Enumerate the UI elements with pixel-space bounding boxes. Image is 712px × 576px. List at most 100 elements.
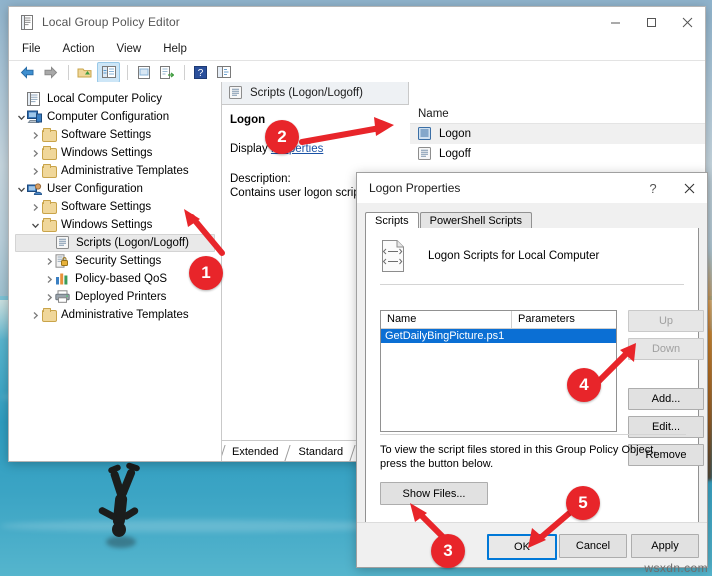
dialog-title: Logon Properties bbox=[369, 181, 461, 195]
security-icon bbox=[55, 254, 71, 268]
minimize-button[interactable] bbox=[597, 7, 633, 37]
tree-item-deployed-printers[interactable]: Deployed Printers bbox=[15, 288, 221, 306]
header-divider bbox=[380, 284, 684, 285]
listbox-header[interactable]: Name Parameters bbox=[381, 311, 616, 329]
dialog-title-bar[interactable]: Logon Properties ? bbox=[357, 173, 707, 204]
tab-powershell-scripts[interactable]: PowerShell Scripts bbox=[419, 212, 532, 229]
chevron-right-icon[interactable] bbox=[29, 167, 41, 176]
chevron-right-icon[interactable] bbox=[43, 275, 55, 284]
up-folder-icon[interactable] bbox=[74, 63, 95, 82]
user-icon bbox=[27, 182, 43, 196]
script-document-icon bbox=[380, 240, 406, 272]
logoff-script-icon bbox=[418, 147, 433, 161]
dialog-close-button[interactable] bbox=[671, 173, 707, 203]
tree-item-administrative-templates[interactable]: Administrative Templates bbox=[15, 162, 221, 180]
menu-action[interactable]: Action bbox=[63, 43, 95, 55]
tree-item-label: Software Settings bbox=[61, 201, 152, 213]
callout-3: 3 bbox=[431, 534, 465, 568]
chevron-right-icon[interactable] bbox=[43, 293, 55, 302]
gpe-title-bar[interactable]: Local Group Policy Editor bbox=[9, 7, 705, 38]
dialog-help-button[interactable]: ? bbox=[635, 173, 671, 203]
folder-icon bbox=[41, 200, 57, 214]
scripts-tab-page: Logon Scripts for Local Computer Name Pa… bbox=[365, 228, 704, 523]
display-label: Display bbox=[230, 143, 268, 155]
column-header-name[interactable]: Name bbox=[381, 311, 512, 328]
toolbar-separator bbox=[184, 64, 185, 80]
table-row[interactable]: GetDailyBingPicture.ps1 bbox=[381, 329, 616, 343]
scripts-icon bbox=[229, 86, 245, 100]
apply-button[interactable]: Apply bbox=[631, 534, 699, 558]
tab-extended[interactable]: Extended bbox=[222, 445, 292, 461]
show-files-note: To view the script files stored in this … bbox=[380, 444, 657, 470]
svg-text:?: ? bbox=[198, 68, 204, 79]
printer-icon bbox=[55, 290, 71, 304]
list-item-label: Logoff bbox=[439, 148, 471, 160]
tree-item-software-settings[interactable]: Software Settings bbox=[15, 126, 221, 144]
maximize-button[interactable] bbox=[633, 7, 669, 37]
tree-item-label: Security Settings bbox=[75, 255, 162, 267]
chevron-right-icon[interactable] bbox=[29, 311, 41, 320]
tree-item-label: Administrative Templates bbox=[61, 309, 189, 321]
up-button[interactable]: Up bbox=[628, 310, 704, 332]
note-divider bbox=[380, 434, 686, 435]
list-item-logon[interactable]: Logon bbox=[410, 124, 705, 144]
tree-item-label: Policy-based QoS bbox=[75, 273, 168, 285]
qos-icon bbox=[55, 272, 71, 286]
gpe-menu-bar[interactable]: File Action View Help bbox=[9, 38, 705, 60]
list-item-logoff[interactable]: Logoff bbox=[410, 144, 705, 164]
add-button[interactable]: Add... bbox=[628, 388, 704, 410]
tab-standard[interactable]: Standard bbox=[288, 445, 356, 461]
scripts-header: Logon Scripts for Local Computer bbox=[366, 228, 698, 272]
chevron-right-icon[interactable] bbox=[29, 131, 41, 140]
close-button[interactable] bbox=[669, 7, 705, 37]
callout-arrow-2 bbox=[299, 117, 394, 145]
chevron-right-icon[interactable] bbox=[29, 149, 41, 158]
toolbar-separator bbox=[68, 64, 69, 80]
dialog-window-controls[interactable]: ? bbox=[635, 173, 707, 203]
tree-item-computer-configuration[interactable]: Computer Configuration bbox=[15, 108, 221, 126]
chevron-down-icon[interactable] bbox=[15, 113, 27, 122]
callout-2: 2 bbox=[265, 120, 299, 154]
tree-item-user-configuration[interactable]: User Configuration bbox=[15, 180, 221, 198]
callout-4: 4 bbox=[567, 368, 601, 402]
chevron-down-icon[interactable] bbox=[29, 221, 41, 230]
properties-icon[interactable] bbox=[133, 63, 154, 82]
tree-item-windows-settings[interactable]: Windows Settings bbox=[15, 144, 221, 162]
result-pane-tab-label: Scripts (Logon/Logoff) bbox=[250, 87, 363, 99]
menu-view[interactable]: View bbox=[117, 43, 142, 55]
tree-item-local-computer-policy[interactable]: Local Computer Policy bbox=[15, 90, 221, 108]
scripts-icon bbox=[56, 236, 72, 250]
menu-help[interactable]: Help bbox=[163, 43, 187, 55]
help-icon[interactable]: ? bbox=[190, 63, 211, 82]
policy-tree[interactable]: Local Computer Policy Computer Configurat… bbox=[9, 82, 221, 324]
forward-arrow-icon[interactable] bbox=[40, 63, 61, 82]
tab-standard-label: Standard bbox=[298, 446, 344, 458]
callout-5: 5 bbox=[566, 486, 600, 520]
chevron-right-icon[interactable] bbox=[29, 203, 41, 212]
chevron-down-icon[interactable] bbox=[15, 185, 27, 194]
tab-extended-label: Extended bbox=[232, 446, 279, 458]
policy-editor-icon bbox=[20, 14, 34, 30]
result-pane-tab[interactable]: Scripts (Logon/Logoff) bbox=[222, 82, 409, 105]
callout-1: 1 bbox=[189, 256, 223, 290]
show-details-icon[interactable] bbox=[213, 63, 234, 82]
folder-icon bbox=[41, 218, 57, 232]
tree-item-label: Computer Configuration bbox=[47, 111, 170, 123]
column-header-parameters[interactable]: Parameters bbox=[512, 311, 575, 328]
chevron-right-icon[interactable] bbox=[43, 257, 55, 266]
gpe-title: Local Group Policy Editor bbox=[42, 15, 180, 29]
show-tree-icon[interactable] bbox=[97, 61, 120, 83]
scripts-list[interactable]: Name Logon Logoff bbox=[410, 104, 705, 164]
gpe-toolbar[interactable]: ? bbox=[9, 60, 705, 84]
tree-item-label: Local Computer Policy bbox=[47, 93, 163, 105]
logon-script-icon bbox=[418, 127, 433, 141]
folder-icon bbox=[41, 146, 57, 160]
gpe-window-controls[interactable] bbox=[597, 7, 705, 37]
export-list-icon[interactable] bbox=[156, 63, 177, 82]
back-arrow-icon[interactable] bbox=[17, 63, 38, 82]
menu-file[interactable]: File bbox=[22, 43, 41, 55]
tree-item-label: Deployed Printers bbox=[75, 291, 167, 303]
tree-item-label: Software Settings bbox=[61, 129, 152, 141]
script-name-cell: GetDailyBingPicture.ps1 bbox=[385, 330, 505, 342]
tree-item-administrative-templates[interactable]: Administrative Templates bbox=[15, 306, 221, 324]
